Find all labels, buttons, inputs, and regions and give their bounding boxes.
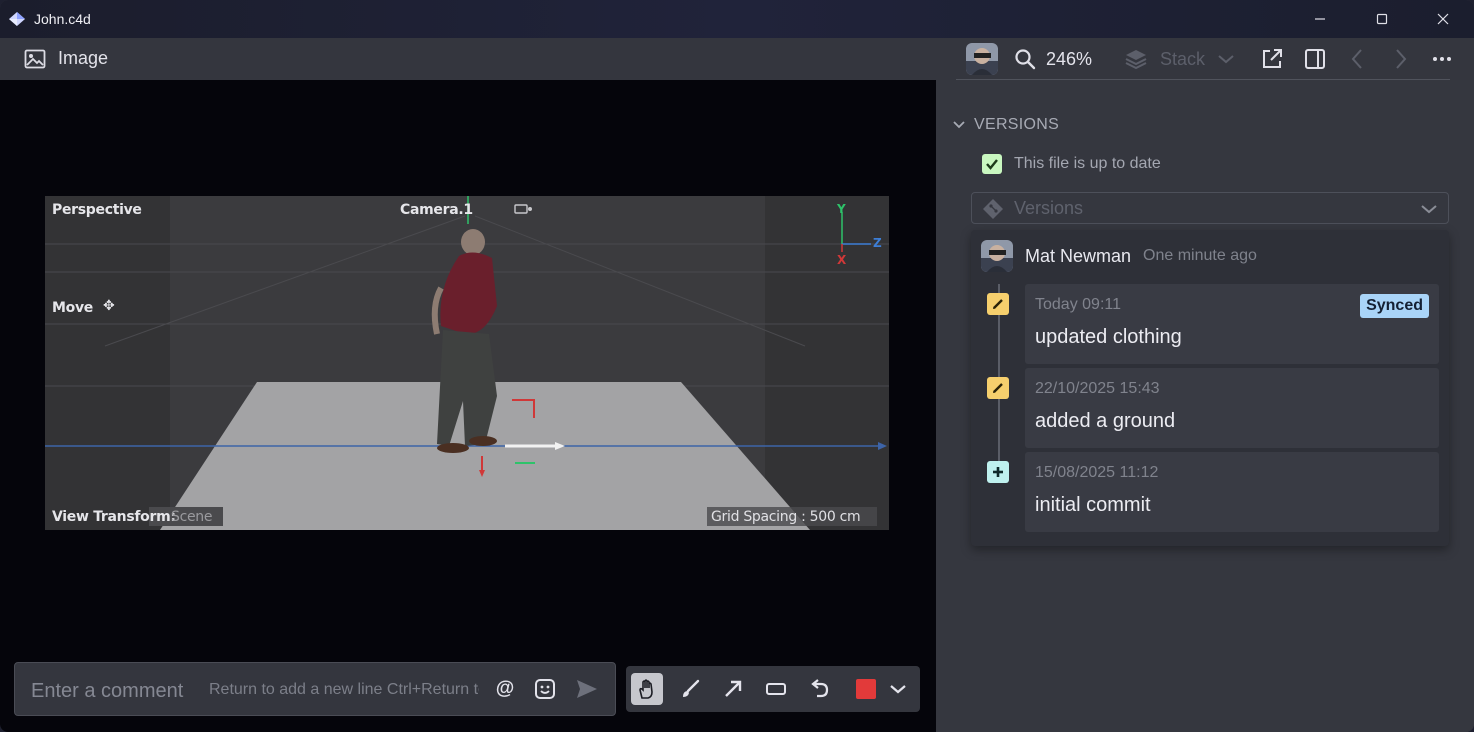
arrow-tool-icon[interactable]: [717, 673, 749, 705]
window-title: John.c4d: [34, 11, 91, 27]
color-swatch: [856, 679, 876, 699]
brush-tool-icon[interactable]: [674, 673, 706, 705]
axis-x-label: X: [837, 253, 846, 267]
versions-section-header[interactable]: VERSIONS: [952, 116, 1059, 134]
emoji-icon[interactable]: [533, 677, 557, 701]
comment-box[interactable]: Enter a comment Return to add a new line…: [14, 662, 616, 716]
edit-icon: [987, 377, 1009, 399]
image-viewer[interactable]: Perspective Camera.1 Move ✥ View Transfo…: [0, 80, 936, 732]
rectangle-tool-icon[interactable]: [760, 673, 792, 705]
more-options-button[interactable]: [1432, 38, 1452, 80]
version-history: Mat Newman One minute ago Today 09:11 Sy…: [971, 230, 1449, 546]
next-button[interactable]: [1392, 38, 1410, 80]
more-icon: [1433, 57, 1451, 61]
version-entry[interactable]: Today 09:11 Synced updated clothing: [1025, 284, 1439, 364]
render-image: Perspective Camera.1 Move ✥ View Transfo…: [45, 196, 889, 530]
app-logo-icon: [9, 12, 25, 26]
maximize-icon: [1376, 13, 1388, 25]
avatar: [981, 240, 1013, 272]
title-bar: John.c4d: [0, 0, 1474, 38]
camera-label: Camera.1: [400, 202, 473, 218]
comment-placeholder: Enter a comment: [31, 680, 184, 702]
grid-spacing: Grid Spacing : 500 cm: [711, 509, 861, 525]
version-message: initial commit: [1035, 494, 1151, 516]
toolbar: Image 246% Stack: [0, 38, 1474, 80]
minimize-button[interactable]: [1290, 0, 1350, 38]
zoom-level: 246%: [1046, 48, 1093, 69]
maximize-button[interactable]: [1352, 0, 1412, 38]
scene-render: [45, 196, 889, 530]
sync-status-text: This file is up to date: [1014, 155, 1161, 172]
chevron-down-icon: [1218, 55, 1234, 64]
chevron-down-icon: [1421, 205, 1437, 214]
versions-select-placeholder: Versions: [1014, 198, 1084, 218]
axis-y-label: Y: [837, 202, 846, 216]
version-message: added a ground: [1035, 410, 1176, 432]
version-timestamp: 15/08/2025 11:12: [1035, 464, 1159, 481]
stack-label: Stack: [1160, 48, 1206, 69]
axis-z-label: Z: [873, 236, 882, 250]
transform-value: Scene: [171, 509, 213, 525]
version-entry[interactable]: 22/10/2025 15:43 added a ground: [1025, 368, 1439, 448]
versions-section-title: VERSIONS: [974, 116, 1060, 133]
color-picker[interactable]: [850, 673, 882, 705]
color-dropdown-chevron-icon[interactable]: [882, 673, 914, 705]
undo-icon[interactable]: [803, 673, 835, 705]
versions-select[interactable]: Versions: [971, 192, 1449, 224]
plus-icon: [987, 461, 1009, 483]
minimize-icon: [1315, 18, 1325, 20]
version-timestamp: Today 09:11: [1035, 296, 1121, 313]
open-external-button[interactable]: [1260, 38, 1284, 80]
previous-button[interactable]: [1348, 38, 1366, 80]
transform-label: View Transform:: [52, 509, 176, 525]
comment-hint: Return to add a new line Ctrl+Return to …: [209, 681, 479, 698]
user-avatar-button[interactable]: [966, 38, 998, 80]
avatar: [966, 43, 998, 75]
version-timestamp: 22/10/2025 15:43: [1035, 380, 1160, 397]
external-link-icon: [1263, 49, 1282, 68]
sync-status: This file is up to date: [982, 154, 1161, 174]
view-selector[interactable]: Image: [24, 48, 108, 69]
send-icon[interactable]: [575, 677, 599, 701]
viewport-label: Perspective: [52, 202, 142, 218]
version-author: Mat Newman One minute ago: [981, 240, 1257, 272]
check-icon: [982, 154, 1002, 174]
mention-icon[interactable]: @: [493, 677, 517, 701]
search-icon: [1015, 49, 1036, 70]
stack-dropdown[interactable]: Stack: [1124, 38, 1235, 80]
chevron-right-icon: [1396, 49, 1407, 69]
chevron-down-icon: [953, 121, 965, 129]
toggle-sidebar-button[interactable]: [1303, 38, 1327, 80]
side-panel: VERSIONS This file is up to date Version…: [936, 80, 1474, 732]
layers-icon: [1125, 50, 1147, 70]
zoom-control[interactable]: 246%: [1014, 38, 1092, 80]
hand-tool-icon[interactable]: [631, 673, 663, 705]
app-window: John.c4d Image 246% Stack Perspective Ca…: [0, 0, 1474, 732]
view-label: Image: [58, 48, 109, 68]
move-icon: ✥: [103, 298, 115, 314]
image-icon: [24, 49, 46, 68]
chevron-left-icon: [1351, 49, 1362, 69]
tool-label: Move: [52, 300, 93, 316]
close-button[interactable]: [1413, 0, 1473, 38]
annotation-toolbar: [626, 666, 920, 712]
close-icon: [1437, 13, 1449, 25]
sidebar-icon: [1305, 49, 1325, 69]
version-entry[interactable]: 15/08/2025 11:12 initial commit: [1025, 452, 1439, 532]
author-time-ago: One minute ago: [1143, 247, 1257, 264]
synced-badge: Synced: [1360, 294, 1429, 318]
version-message: updated clothing: [1035, 326, 1182, 348]
edit-icon: [987, 293, 1009, 315]
author-name: Mat Newman: [1025, 245, 1132, 266]
git-icon: [983, 199, 1003, 219]
